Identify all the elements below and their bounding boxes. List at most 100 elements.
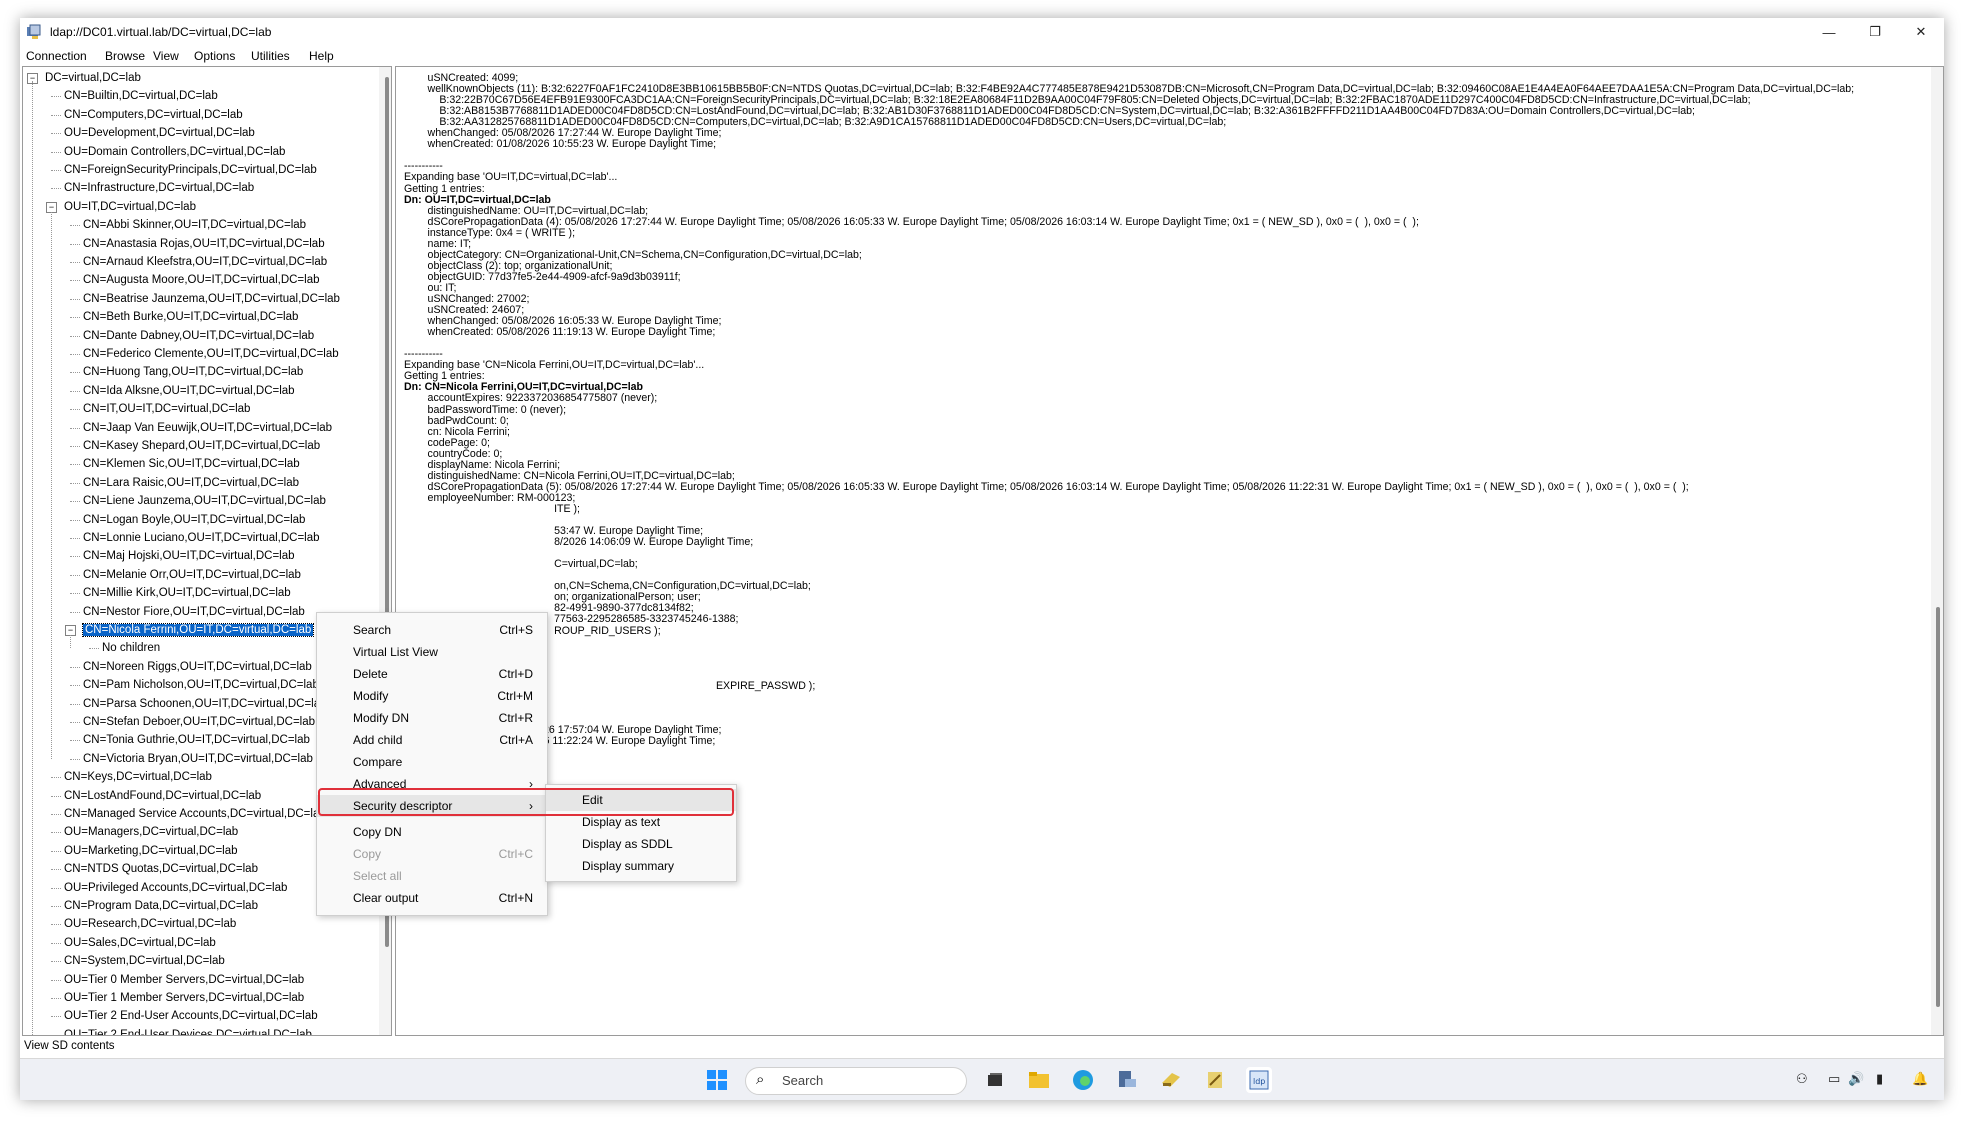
tree-item[interactable]: OU=Tier 2 End-User Devices,DC=virtual,DC… <box>64 1026 312 1035</box>
output-pane[interactable]: uSNCreated: 4099; wellKnownObjects (11):… <box>395 66 1944 1036</box>
output-scrollbar[interactable] <box>1931 67 1943 1035</box>
server-manager-icon[interactable] <box>1114 1067 1140 1093</box>
edge-browser-icon[interactable] <box>1070 1067 1096 1093</box>
tree-item[interactable]: CN=Jaap Van Eeuwijk,OU=IT,DC=virtual,DC=… <box>83 419 332 437</box>
tree-item[interactable]: CN=Stefan Deboer,OU=IT,DC=virtual,DC=lab <box>83 713 315 731</box>
ad-users-computers-icon[interactable] <box>1202 1067 1228 1093</box>
tree-item[interactable]: OU=Tier 2 End-User Accounts,DC=virtual,D… <box>64 1007 318 1025</box>
tree-item[interactable]: OU=Development,DC=virtual,DC=lab <box>64 124 255 142</box>
context-menu-item-modify[interactable]: Modify Ctrl+M <box>317 685 547 707</box>
output-line: 8/2026 14:06:09 W. Europe Daylight Time; <box>404 536 754 549</box>
tree-item-label: CN=Infrastructure,DC=virtual,DC=lab <box>64 182 255 195</box>
tree-item[interactable]: CN=System,DC=virtual,DC=lab <box>64 952 225 970</box>
tree-item[interactable]: CN=Anastasia Rojas,OU=IT,DC=virtual,DC=l… <box>83 235 325 253</box>
menu-view[interactable]: View <box>153 49 179 63</box>
menu-browse[interactable]: Browse <box>105 49 145 63</box>
tree-item[interactable]: CN=Maj Hojski,OU=IT,DC=virtual,DC=lab <box>83 547 295 565</box>
collapse-toggle-icon[interactable]: − <box>46 201 57 213</box>
menu-utilities[interactable]: Utilities <box>251 49 290 63</box>
tree-item[interactable]: CN=Builtin,DC=virtual,DC=lab <box>64 87 218 105</box>
tree-item[interactable]: CN=Ida Alksne,OU=IT,DC=virtual,DC=lab <box>83 382 295 400</box>
submenu-item-display-summary[interactable]: Display summary <box>546 855 736 877</box>
menu-help[interactable]: Help <box>309 49 334 63</box>
tree-item[interactable]: CN=Tonia Guthrie,OU=IT,DC=virtual,DC=lab <box>83 731 310 749</box>
context-menu-item-virtual-list-view[interactable]: Virtual List View <box>317 641 547 663</box>
tree-item[interactable]: CN=Federico Clemente,OU=IT,DC=virtual,DC… <box>83 345 339 363</box>
tree-item[interactable]: CN=IT,OU=IT,DC=virtual,DC=lab <box>83 400 250 418</box>
output-scroll-thumb[interactable] <box>1936 607 1940 1007</box>
tree-item[interactable]: CN=Beth Burke,OU=IT,DC=virtual,DC=lab <box>83 308 298 326</box>
tree-item[interactable]: CN=Abbi Skinner,OU=IT,DC=virtual,DC=lab <box>83 216 306 234</box>
notification-bell-icon[interactable]: 🔔 <box>1912 1071 1928 1087</box>
tree-item[interactable]: CN=Pam Nicholson,OU=IT,DC=virtual,DC=lab <box>83 676 319 694</box>
tree-item[interactable]: CN=Computers,DC=virtual,DC=lab <box>64 106 243 124</box>
menu-item-label: Add child <box>353 733 403 747</box>
tree-root[interactable]: DC=virtual,DC=lab <box>45 69 141 87</box>
tree-item[interactable]: CN=LostAndFound,DC=virtual,DC=lab <box>64 787 261 805</box>
tree-item[interactable]: CN=Managed Service Accounts,DC=virtual,D… <box>64 805 326 823</box>
tree-item[interactable]: OU=Marketing,DC=virtual,DC=lab <box>64 842 238 860</box>
tree-item-label: CN=Millie Kirk,OU=IT,DC=virtual,DC=lab <box>83 587 291 600</box>
tree-item[interactable]: CN=Program Data,DC=virtual,DC=lab <box>64 897 258 915</box>
tree-item[interactable]: OU=Tier 0 Member Servers,DC=virtual,DC=l… <box>64 971 304 989</box>
tree-item[interactable]: CN=Parsa Schoonen,OU=IT,DC=virtual,DC=la… <box>83 695 327 713</box>
restore-button[interactable]: ❐ <box>1852 18 1898 46</box>
tree-item[interactable]: CN=Beatrise Jaunzema,OU=IT,DC=virtual,DC… <box>83 290 340 308</box>
tree-item-ou-it[interactable]: OU=IT,DC=virtual,DC=lab <box>64 198 196 216</box>
tree-item-label: CN=Ida Alksne,OU=IT,DC=virtual,DC=lab <box>83 384 295 397</box>
context-menu-item-compare[interactable]: Compare <box>317 751 547 773</box>
tree-item[interactable]: CN=Millie Kirk,OU=IT,DC=virtual,DC=lab <box>83 584 291 602</box>
people-icon[interactable]: ⚇ <box>1796 1071 1808 1087</box>
tree-item[interactable]: OU=Domain Controllers,DC=virtual,DC=lab <box>64 143 285 161</box>
minimize-button[interactable]: — <box>1806 18 1852 46</box>
tree-item[interactable]: CN=Augusta Moore,OU=IT,DC=virtual,DC=lab <box>83 271 320 289</box>
tree-item[interactable]: CN=Nestor Fiore,OU=IT,DC=virtual,DC=lab <box>83 603 305 621</box>
tree-item[interactable]: OU=Research,DC=virtual,DC=lab <box>64 915 236 933</box>
tree-item[interactable]: CN=Liene Jaunzema,OU=IT,DC=virtual,DC=la… <box>83 492 326 510</box>
ldp-taskbar-icon[interactable]: ldp <box>1246 1067 1272 1093</box>
context-menu-item-clear-output[interactable]: Clear output Ctrl+N <box>317 887 547 909</box>
context-menu-item-delete[interactable]: Delete Ctrl+D <box>317 663 547 685</box>
tree-item-no-children[interactable]: No children <box>102 639 160 657</box>
task-view-icon[interactable] <box>982 1067 1008 1093</box>
ad-tools-icon[interactable] <box>1158 1067 1184 1093</box>
tree-item[interactable]: CN=Infrastructure,DC=virtual,DC=lab <box>64 179 254 197</box>
tree-connector <box>51 777 61 779</box>
display-icon[interactable]: ▭ <box>1828 1071 1840 1087</box>
tree-item[interactable]: OU=Privileged Accounts,DC=virtual,DC=lab <box>64 879 287 897</box>
taskbar-search-box[interactable]: ⌕ Search <box>745 1067 967 1095</box>
output-line: C=virtual,DC=lab; <box>404 558 638 571</box>
tree-item-label: DC=virtual,DC=lab <box>45 72 141 84</box>
tree-item[interactable]: OU=Managers,DC=virtual,DC=lab <box>64 823 238 841</box>
menu-options[interactable]: Options <box>194 49 235 63</box>
context-menu-item-add-child[interactable]: Add child Ctrl+A <box>317 729 547 751</box>
tree-item[interactable]: CN=Logan Boyle,OU=IT,DC=virtual,DC=lab <box>83 511 305 529</box>
tree-item[interactable]: CN=ForeignSecurityPrincipals,DC=virtual,… <box>64 161 317 179</box>
tree-item[interactable]: CN=NTDS Quotas,DC=virtual,DC=lab <box>64 860 258 878</box>
tree-item[interactable]: CN=Dante Dabney,OU=IT,DC=virtual,DC=lab <box>83 327 314 345</box>
tree-item[interactable]: CN=Lara Raisic,OU=IT,DC=virtual,DC=lab <box>83 474 299 492</box>
menu-connection[interactable]: Connection <box>26 49 87 63</box>
file-explorer-icon[interactable] <box>1026 1067 1052 1093</box>
tree-item[interactable]: CN=Melanie Orr,OU=IT,DC=virtual,DC=lab <box>83 566 301 584</box>
context-menu-item-search[interactable]: Search Ctrl+S <box>317 619 547 641</box>
tree-item[interactable]: OU=Sales,DC=virtual,DC=lab <box>64 934 216 952</box>
volume-icon[interactable]: 🔊 <box>1848 1071 1864 1087</box>
tree-item[interactable]: CN=Keys,DC=virtual,DC=lab <box>64 768 212 786</box>
close-button[interactable]: ✕ <box>1898 18 1944 46</box>
tree-item[interactable]: CN=Noreen Riggs,OU=IT,DC=virtual,DC=lab <box>83 658 312 676</box>
tree-item-selected[interactable]: CN=Nicola Ferrini,OU=IT,DC=virtual,DC=la… <box>81 621 315 639</box>
start-icon[interactable] <box>704 1067 730 1093</box>
battery-icon[interactable]: ▮ <box>1876 1071 1883 1087</box>
tree-item[interactable]: CN=Arnaud Kleefstra,OU=IT,DC=virtual,DC=… <box>83 253 327 271</box>
context-menu-item-select-all: Select all <box>317 865 547 887</box>
tree-item[interactable]: CN=Huong Tang,OU=IT,DC=virtual,DC=lab <box>83 363 303 381</box>
tree-item[interactable]: OU=Tier 1 Member Servers,DC=virtual,DC=l… <box>64 989 304 1007</box>
submenu-item-display-as-sddl[interactable]: Display as SDDL <box>546 833 736 855</box>
tree-item[interactable]: CN=Victoria Bryan,OU=IT,DC=virtual,DC=la… <box>83 750 313 768</box>
tree-item[interactable]: CN=Klemen Sic,OU=IT,DC=virtual,DC=lab <box>83 455 300 473</box>
tree-item[interactable]: CN=Kasey Shepard,OU=IT,DC=virtual,DC=lab <box>83 437 320 455</box>
tree-item[interactable]: CN=Lonnie Luciano,OU=IT,DC=virtual,DC=la… <box>83 529 320 547</box>
context-menu-item-modify-dn[interactable]: Modify DN Ctrl+R <box>317 707 547 729</box>
context-menu-item-copy-dn[interactable]: Copy DN <box>317 821 547 843</box>
